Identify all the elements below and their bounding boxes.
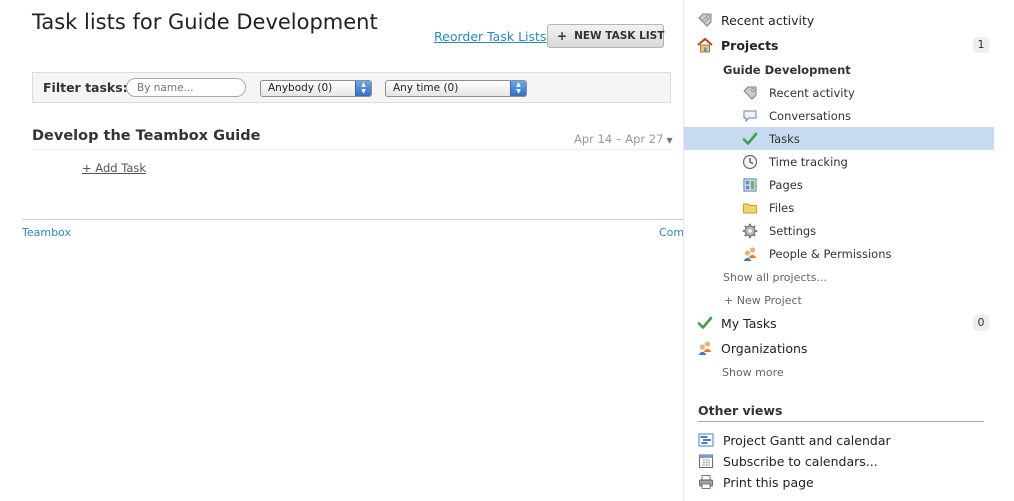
project-item-settings[interactable]: Settings	[684, 219, 994, 242]
current-project-name[interactable]: Guide Development	[723, 63, 851, 77]
checkmark-icon	[742, 132, 758, 145]
other-view-gantt[interactable]: Project Gantt and calendar	[684, 430, 994, 451]
project-item-files[interactable]: Files	[684, 196, 994, 219]
assignee-select-value: Anybody (0)	[268, 82, 333, 94]
task-list-dates[interactable]: Apr 14 – Apr 27 ▼	[574, 132, 673, 146]
footer-teambox-link[interactable]: Teambox	[22, 226, 71, 239]
task-list-title[interactable]: Develop the Teambox Guide	[32, 128, 261, 144]
task-list-date-range: Apr 14 – Apr 27	[574, 132, 664, 146]
house-icon	[697, 37, 713, 53]
sidebar-item-label: Projects	[721, 38, 779, 53]
project-item-label: Settings	[769, 224, 817, 238]
assignee-select[interactable]: Anybody (0) ▲ ▼	[260, 80, 372, 97]
time-select-value: Any time (0)	[393, 82, 459, 94]
project-item-tasks[interactable]: Tasks	[684, 127, 994, 150]
people-icon	[743, 247, 757, 261]
other-view-label: Subscribe to calendars...	[723, 454, 878, 469]
add-task-link[interactable]: + Add Task	[82, 161, 146, 175]
speech-bubble-icon	[743, 110, 757, 123]
caret-down-icon: ▼	[666, 136, 673, 145]
sidebar-item-recent-activity[interactable]: Recent activity	[684, 9, 994, 31]
other-view-subscribe-calendars[interactable]: Subscribe to calendars...	[684, 451, 994, 472]
footer-right-link[interactable]: Com	[659, 226, 683, 239]
checkmark-icon	[697, 316, 713, 329]
new-task-list-label: NEW TASK LIST	[574, 30, 665, 42]
show-more-link[interactable]: Show more	[722, 366, 784, 379]
footer-divider	[22, 219, 683, 220]
other-view-label: Print this page	[723, 475, 814, 490]
other-views-divider	[698, 421, 984, 422]
other-view-label: Project Gantt and calendar	[723, 433, 891, 448]
project-item-recent-activity[interactable]: Recent activity	[684, 81, 994, 104]
project-item-label: People & Permissions	[769, 247, 892, 261]
people-icon	[698, 341, 712, 355]
page-title: Task lists for Guide Development	[32, 10, 378, 34]
main-content: Task lists for Guide Development Reorder…	[0, 0, 683, 501]
calendar-icon	[699, 454, 713, 468]
new-project-link[interactable]: + New Project	[724, 294, 802, 307]
reorder-task-lists-link[interactable]: Reorder Task Lists	[434, 29, 546, 44]
new-task-list-button[interactable]: + NEW TASK LIST	[547, 24, 664, 48]
project-item-label: Conversations	[769, 109, 852, 123]
task-list-divider	[32, 149, 673, 150]
project-item-label: Recent activity	[769, 86, 855, 100]
select-arrows-icon: ▲ ▼	[510, 81, 526, 96]
sidebar-item-my-tasks[interactable]: My Tasks 0	[684, 312, 994, 334]
sidebar-item-label: Organizations	[721, 341, 808, 356]
project-item-label: Time tracking	[769, 155, 848, 169]
sidebar-item-label: Recent activity	[721, 13, 815, 28]
project-item-conversations[interactable]: Conversations	[684, 104, 994, 127]
printer-icon	[699, 475, 713, 489]
project-item-label: Tasks	[769, 132, 800, 146]
project-item-people-permissions[interactable]: People & Permissions	[684, 242, 994, 265]
filter-bar: Filter tasks: Anybody (0) ▲▼ Any time (0…	[32, 72, 671, 103]
tag-icon	[743, 86, 757, 100]
time-select[interactable]: Any time (0) ▲ ▼	[385, 80, 527, 97]
project-item-label: Files	[769, 201, 795, 215]
project-item-time-tracking[interactable]: Time tracking	[684, 150, 994, 173]
page-icon	[743, 178, 757, 192]
sidebar-item-organizations[interactable]: Organizations	[684, 337, 994, 359]
folder-icon	[743, 203, 757, 214]
show-all-projects-link[interactable]: Show all projects...	[723, 271, 827, 284]
other-view-print[interactable]: Print this page	[684, 472, 994, 493]
select-arrows-icon: ▲ ▼	[355, 81, 371, 96]
filter-search-input[interactable]	[126, 78, 246, 97]
other-views-title: Other views	[698, 403, 783, 418]
project-item-pages[interactable]: Pages	[684, 173, 994, 196]
sidebar-item-label: My Tasks	[721, 316, 777, 331]
my-tasks-count-badge: 0	[973, 315, 989, 331]
filter-label: Filter tasks:	[43, 80, 128, 95]
clock-icon	[742, 154, 758, 170]
sidebar: Recent activity Projects 1 Guide Develop…	[683, 0, 1014, 501]
tag-icon	[698, 13, 712, 27]
project-item-label: Pages	[769, 178, 803, 192]
projects-count-badge: 1	[973, 37, 989, 53]
gear-icon	[742, 223, 758, 239]
sidebar-item-projects[interactable]: Projects 1	[684, 34, 994, 56]
plus-icon: +	[557, 29, 568, 43]
gantt-icon	[698, 433, 714, 447]
